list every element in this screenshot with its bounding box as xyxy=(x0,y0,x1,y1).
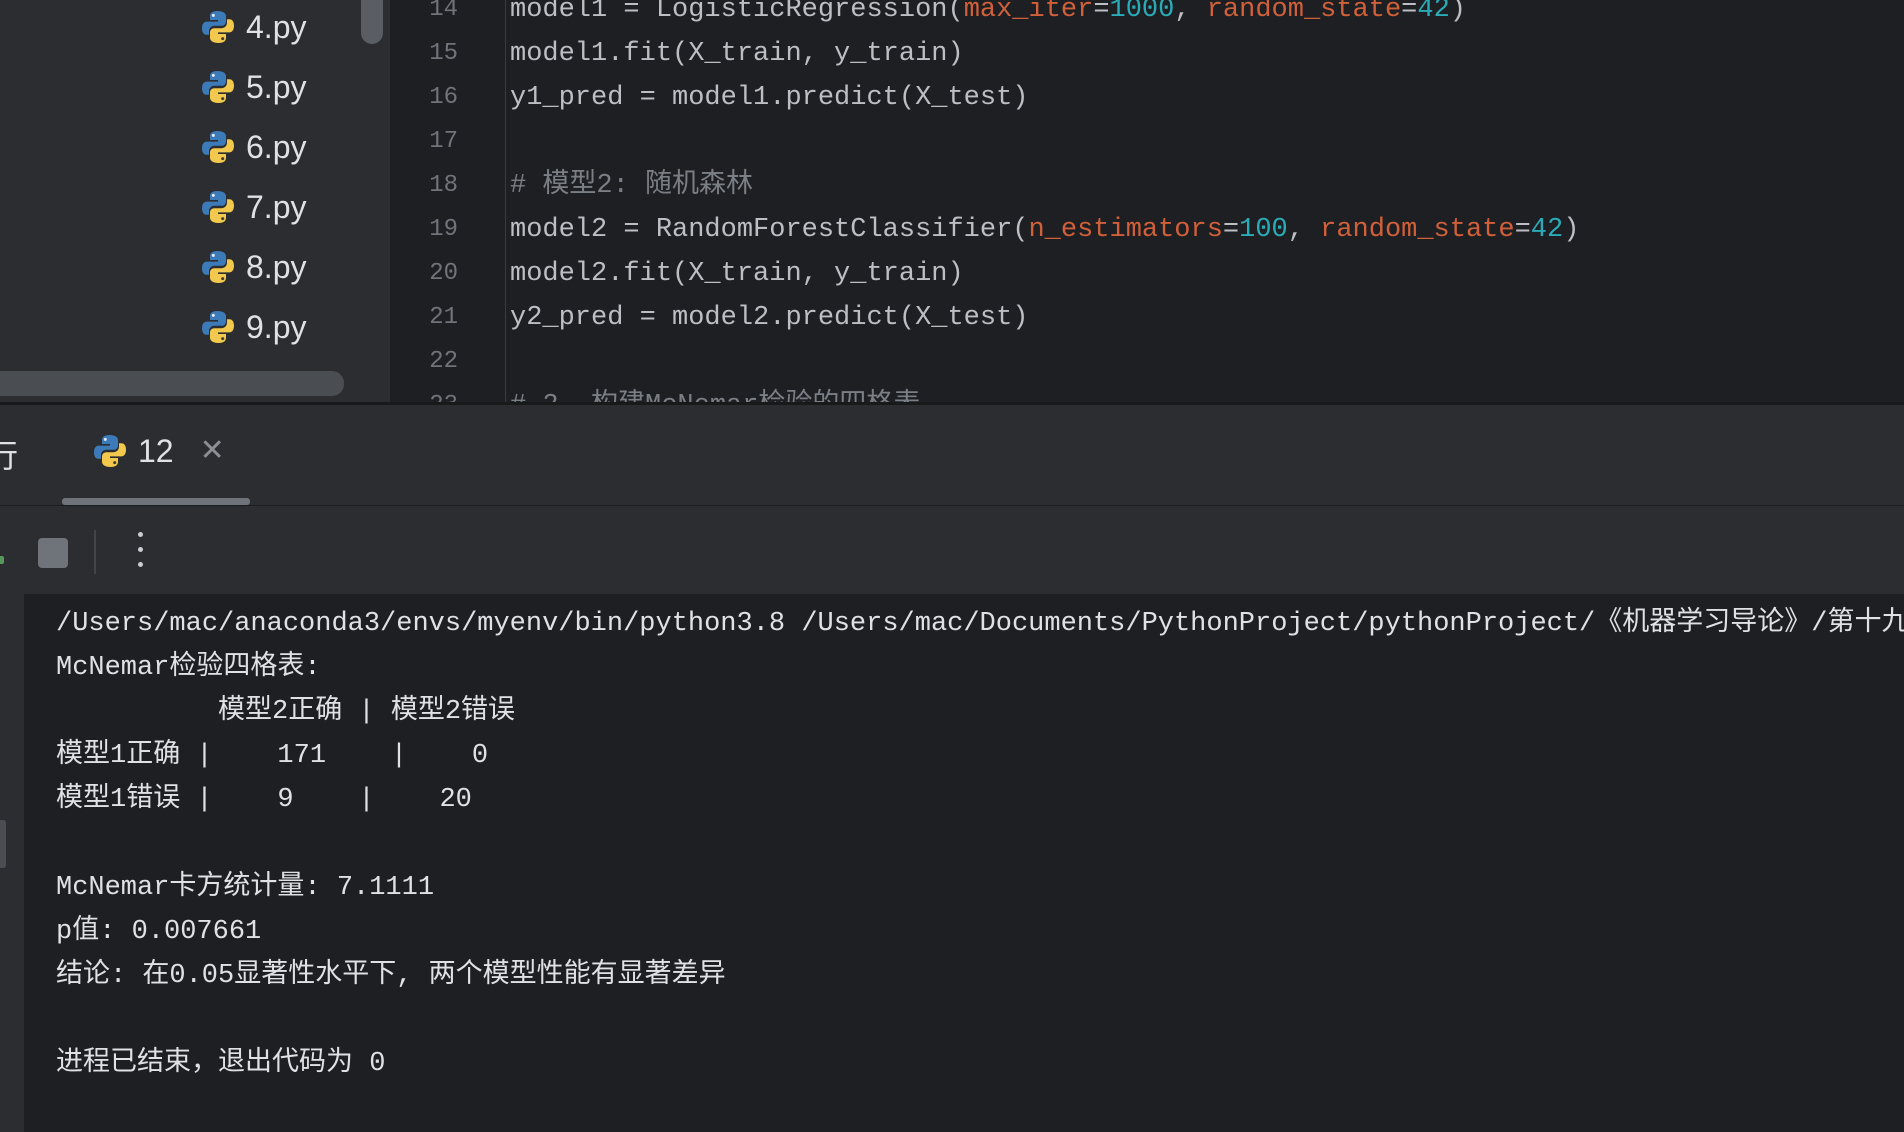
code-token: model1.fit(X_train, y_train) xyxy=(510,39,964,69)
code-text: # 2. 构建McNemar检验的四格表 xyxy=(510,384,920,402)
rerun-icon[interactable] xyxy=(0,556,4,564)
console-line: 进程已结束，退出代码为 0 xyxy=(56,1049,386,1079)
code-token: = xyxy=(1401,0,1418,25)
code-token: ) xyxy=(1563,215,1580,245)
code-token: 100 xyxy=(1239,215,1288,245)
console-line: 结论: 在0.05显著性水平下, 两个模型性能有显著差异 xyxy=(56,961,726,991)
code-token: = xyxy=(1514,215,1531,245)
line-number: 16 xyxy=(429,84,458,111)
code-token: model2 = RandomForestClassifier( xyxy=(510,215,1029,245)
file-label: 5.py xyxy=(246,68,307,105)
project-tree-panel: 4.py 5.py 6.py 7.py 8.py 9.py xyxy=(0,0,390,402)
code-line: 21 y2_pred = model2.predict(X_test) xyxy=(390,296,1904,340)
run-tab-bar: 行 12 ✕ xyxy=(0,405,1904,506)
code-text: y2_pred = model2.predict(X_test) xyxy=(510,296,1028,340)
run-tab-12[interactable]: 12 ✕ xyxy=(92,423,225,479)
code-text: # 模型2: 随机森林 xyxy=(510,164,753,208)
code-line: 17 xyxy=(390,120,1904,164)
console-line: McNemar检验四格表: xyxy=(56,653,321,683)
code-token: = xyxy=(1222,215,1240,245)
code-token: ) xyxy=(1449,0,1466,25)
code-token: n_estimators xyxy=(1028,215,1223,245)
code-editor[interactable]: 14 model1 = LogisticRegression(max_iter=1… xyxy=(390,0,1904,402)
project-tree-horizontal-scrollbar[interactable] xyxy=(0,371,344,396)
line-number: 14 xyxy=(429,0,458,23)
tab-run-partial[interactable]: 行 xyxy=(0,431,18,477)
file-item[interactable]: 8.py xyxy=(200,243,306,291)
code-token: , xyxy=(1287,215,1321,245)
code-line: 20 model2.fit(X_train, y_train) xyxy=(390,252,1904,296)
console-line: /Users/mac/anaconda3/envs/myenv/bin/pyth… xyxy=(56,609,1904,639)
line-number: 20 xyxy=(429,260,458,287)
code-token: y1_pred = model1.predict(X_test) xyxy=(510,83,1029,113)
code-line: 19 model2 = RandomForestClassifier(n_esti… xyxy=(390,208,1904,252)
file-label: 4.py xyxy=(246,8,307,45)
console-line: 模型1错误 | 9 | 20 xyxy=(56,785,472,815)
line-number: 15 xyxy=(429,40,458,67)
line-number: 18 xyxy=(429,172,458,199)
line-number: 22 xyxy=(429,348,458,375)
close-icon[interactable]: ✕ xyxy=(200,436,225,466)
code-text: model1 = LogisticRegression(max_iter=100… xyxy=(510,0,1466,32)
file-label: 9.py xyxy=(246,308,307,345)
file-item[interactable]: 4.py xyxy=(200,3,306,51)
file-label: 8.py xyxy=(246,248,307,285)
code-token: 42 xyxy=(1417,0,1450,25)
project-tree-vertical-scrollbar[interactable] xyxy=(361,0,383,44)
stop-button[interactable] xyxy=(38,538,68,568)
line-number: 17 xyxy=(429,128,458,155)
python-file-icon xyxy=(202,71,234,103)
console-line: 模型1正确 | 171 | 0 xyxy=(56,741,489,771)
toolbar-divider xyxy=(94,530,96,574)
code-text: model2.fit(X_train, y_train) xyxy=(510,252,964,296)
code-token: 1000 xyxy=(1109,0,1175,25)
run-tab-label: 12 xyxy=(138,432,174,469)
code-token: random_state xyxy=(1206,0,1402,25)
python-file-icon xyxy=(202,311,234,343)
console-gutter-marker xyxy=(0,820,6,868)
code-line: 15 model1.fit(X_train, y_train) xyxy=(390,32,1904,76)
python-file-icon xyxy=(202,251,234,283)
code-token: , xyxy=(1174,0,1207,25)
console-output[interactable]: /Users/mac/anaconda3/envs/myenv/bin/pyth… xyxy=(24,594,1904,1132)
line-number: 21 xyxy=(429,304,458,331)
file-item[interactable]: 6.py xyxy=(200,123,306,171)
console-line: p值: 0.007661 xyxy=(56,917,262,947)
code-line: 16 y1_pred = model1.predict(X_test) xyxy=(390,76,1904,120)
code-token: model2.fit(X_train, y_train) xyxy=(510,259,964,289)
run-toolbar xyxy=(0,506,1904,594)
code-text: y1_pred = model1.predict(X_test) xyxy=(510,76,1028,120)
code-token: y2_pred = model2.predict(X_test) xyxy=(510,303,1029,333)
code-text: model1.fit(X_train, y_train) xyxy=(510,32,964,76)
code-token: # 模型2: 随机森林 xyxy=(510,171,754,201)
file-label: 7.py xyxy=(246,188,307,225)
code-token: max_iter xyxy=(963,0,1094,25)
code-line: 14 model1 = LogisticRegression(max_iter=1… xyxy=(390,0,1904,32)
line-number: 23 xyxy=(390,384,458,402)
file-label: 6.py xyxy=(246,128,307,165)
file-item[interactable]: 9.py xyxy=(200,303,306,351)
code-line: 23 # 2. 构建McNemar检验的四格表 xyxy=(390,384,1904,402)
code-token: random_state xyxy=(1320,215,1515,245)
line-number: 19 xyxy=(429,216,458,243)
active-tab-indicator xyxy=(62,498,250,505)
file-item[interactable]: 7.py xyxy=(200,183,306,231)
python-file-icon xyxy=(202,191,234,223)
python-file-icon xyxy=(202,11,234,43)
code-text: model2 = RandomForestClassifier(n_estima… xyxy=(510,208,1579,252)
more-vertical-icon[interactable] xyxy=(128,528,152,574)
python-file-icon xyxy=(94,435,126,467)
code-line: 22 xyxy=(390,340,1904,384)
code-line: 18 # 模型2: 随机森林 xyxy=(390,164,1904,208)
code-token: # 2. 构建McNemar检验的四格表 xyxy=(510,391,920,402)
file-item[interactable]: 5.py xyxy=(200,63,306,111)
code-token: model1 = LogisticRegression( xyxy=(510,0,964,25)
code-token: 42 xyxy=(1530,215,1564,245)
console-line: 模型2正确 | 模型2错误 xyxy=(56,697,516,727)
console-line: McNemar卡方统计量: 7.1111 xyxy=(56,873,435,903)
console-gutter xyxy=(0,594,24,1132)
code-token: = xyxy=(1093,0,1110,25)
python-file-icon xyxy=(202,131,234,163)
